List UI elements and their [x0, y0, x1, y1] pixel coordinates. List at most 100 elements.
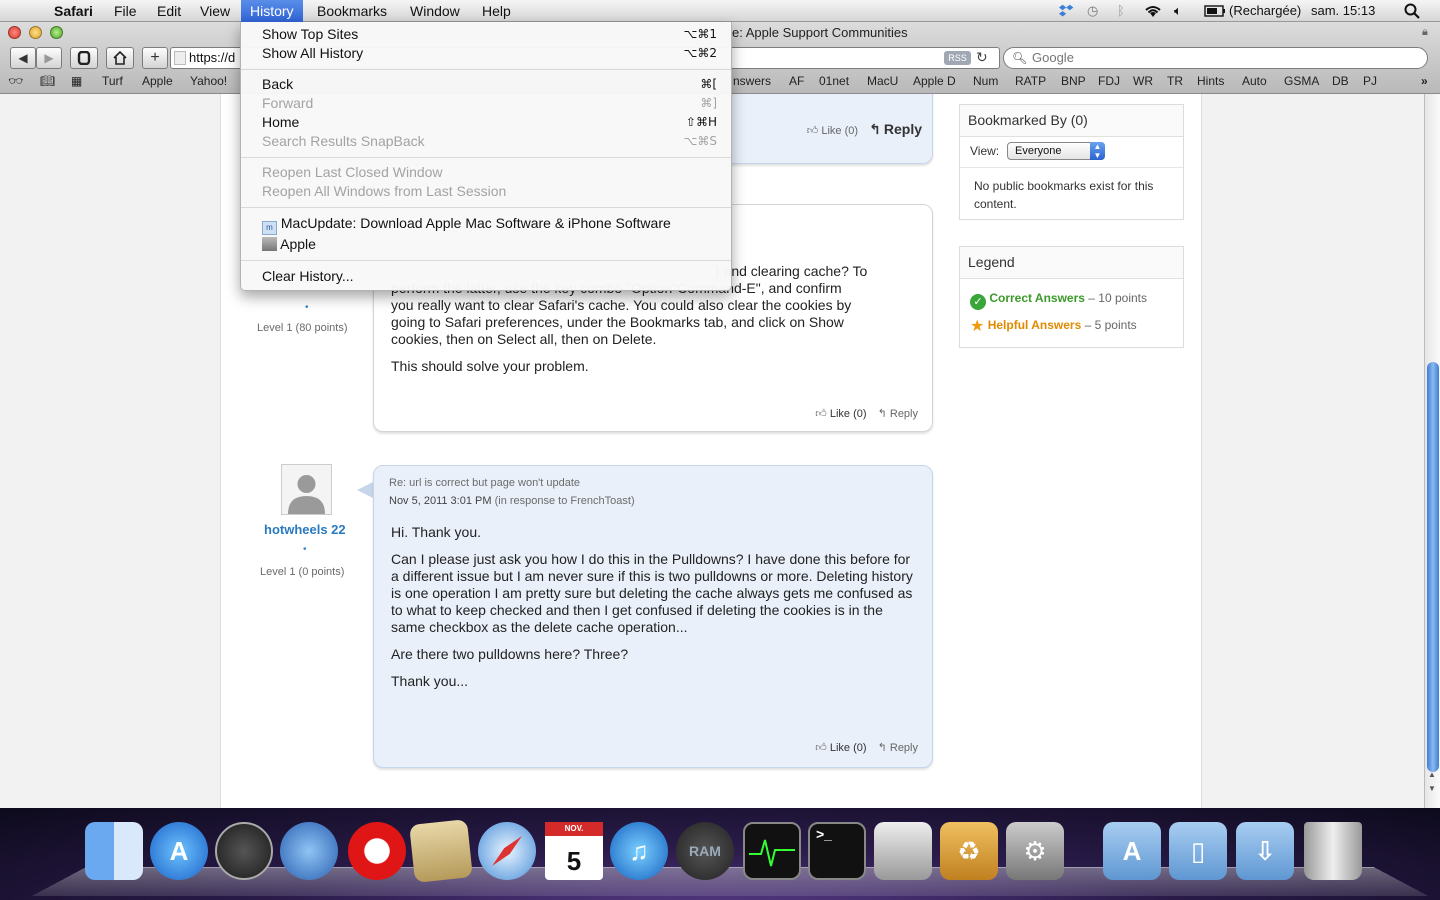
- bookmark-auto[interactable]: Auto: [1242, 72, 1267, 90]
- minimize-window-icon[interactable]: [29, 26, 42, 39]
- scrollbar-thumb[interactable]: [1427, 362, 1439, 772]
- bookmarks-book-icon[interactable]: 📖︎: [40, 72, 55, 90]
- dropbox-icon[interactable]: [1059, 0, 1075, 22]
- like-button[interactable]: Like (0): [830, 742, 867, 754]
- vertical-scrollbar[interactable]: ▲ ▼: [1424, 94, 1440, 808]
- bubble-pointer: [357, 482, 373, 498]
- bluetooth-icon[interactable]: ᛒ: [1117, 0, 1125, 22]
- menu-item-snapback[interactable]: Search Results SnapBack ⌥⌘S: [262, 132, 717, 151]
- avatar[interactable]: [281, 464, 332, 515]
- menu-item-reopen-all-windows[interactable]: Reopen All Windows from Last Session: [262, 182, 717, 201]
- finder-icon[interactable]: [85, 822, 143, 880]
- menu-view[interactable]: View: [200, 0, 230, 22]
- battery-icon[interactable]: [1204, 0, 1226, 22]
- ram-icon[interactable]: RAM: [676, 822, 734, 880]
- downloads-folder-icon[interactable]: ⇩: [1236, 822, 1294, 880]
- menu-edit[interactable]: Edit: [157, 0, 181, 22]
- bookmark-01net[interactable]: 01net: [819, 72, 849, 90]
- menu-item-recent-macupdate[interactable]: m MacUpdate: Download Apple Mac Software…: [262, 214, 717, 235]
- menu-item-show-all-history[interactable]: Show All History ⌥⌘2: [262, 44, 717, 63]
- username-link[interactable]: hotwheels 22: [264, 522, 346, 537]
- bookmark-num[interactable]: Num: [973, 72, 998, 90]
- documents-folder-icon[interactable]: ▯: [1169, 822, 1227, 880]
- reply-button[interactable]: Reply: [890, 408, 918, 420]
- zoom-window-icon[interactable]: [50, 26, 63, 39]
- mail-icon[interactable]: [409, 819, 473, 883]
- like-button[interactable]: Like (0): [821, 125, 858, 137]
- menu-window[interactable]: Window: [410, 0, 460, 22]
- time-machine-icon[interactable]: ◷: [1087, 0, 1098, 22]
- menu-item-show-top-sites[interactable]: Show Top Sites ⌥⌘1: [262, 25, 717, 44]
- menu-item-reopen-last-window[interactable]: Reopen Last Closed Window: [262, 163, 717, 182]
- system-preferences-icon[interactable]: ⚙: [1006, 822, 1064, 880]
- bookmark-af[interactable]: AF: [789, 72, 804, 90]
- bookmark-bnp[interactable]: BNP: [1061, 72, 1086, 90]
- bookmark-fdj[interactable]: FDJ: [1098, 72, 1120, 90]
- bookmark-macu[interactable]: MacU: [867, 72, 898, 90]
- post-bubble-bottom: Re: url is correct but page won't update…: [373, 465, 933, 768]
- safari-icon[interactable]: [478, 822, 536, 880]
- menu-item-clear-history[interactable]: Clear History...: [262, 267, 717, 286]
- bookmark-gsma[interactable]: GSMA: [1284, 72, 1319, 90]
- trash-icon[interactable]: [1304, 822, 1362, 880]
- menu-help[interactable]: Help: [482, 0, 511, 22]
- bookmark-answers[interactable]: nswers: [733, 72, 771, 90]
- bookmark-tr[interactable]: TR: [1167, 72, 1183, 90]
- back-button[interactable]: ◀: [10, 47, 36, 69]
- bookmark-hints[interactable]: Hints: [1197, 72, 1224, 90]
- disk-utility-icon[interactable]: [874, 822, 932, 880]
- thunderbird-icon[interactable]: [280, 822, 338, 880]
- scroll-up-icon[interactable]: ▲: [1428, 770, 1436, 779]
- add-bookmark-button[interactable]: +: [142, 47, 168, 69]
- itunes-icon[interactable]: ♫: [610, 822, 668, 880]
- in-response-link[interactable]: (in response to FrenchToast): [495, 495, 635, 507]
- close-window-icon[interactable]: [8, 26, 21, 39]
- menu-item-recent-apple[interactable]: Apple: [262, 235, 717, 254]
- bookmark-yahoo[interactable]: Yahoo!: [190, 72, 227, 90]
- app-store-icon[interactable]: A: [150, 822, 208, 880]
- clock[interactable]: sam. 15:13: [1311, 0, 1375, 22]
- reply-button[interactable]: Reply: [890, 742, 918, 754]
- top-sites-grid-icon[interactable]: ▦: [71, 72, 82, 90]
- bookmark-apple-d[interactable]: Apple D: [913, 72, 956, 90]
- bookmark-apple[interactable]: Apple: [142, 72, 173, 90]
- menu-item-label: Home: [262, 114, 300, 130]
- recycle-utility-icon[interactable]: ♻: [940, 822, 998, 880]
- top-sites-button[interactable]: [70, 47, 98, 69]
- dashboard-icon[interactable]: [215, 822, 273, 880]
- applications-folder-icon[interactable]: A: [1103, 822, 1161, 880]
- calendar-day: 5: [566, 846, 582, 876]
- bookmark-pj[interactable]: PJ: [1363, 72, 1377, 90]
- like-button[interactable]: Like (0): [830, 408, 867, 420]
- home-button[interactable]: [106, 47, 134, 69]
- bookmark-db[interactable]: DB: [1332, 72, 1349, 90]
- reload-icon[interactable]: ↻: [976, 49, 988, 66]
- reply-button[interactable]: Reply: [884, 121, 922, 137]
- forward-button[interactable]: ▶: [36, 47, 62, 69]
- menu-separator: [241, 260, 731, 261]
- wifi-icon[interactable]: [1143, 0, 1163, 22]
- menu-bookmarks[interactable]: Bookmarks: [317, 0, 387, 22]
- menu-item-forward[interactable]: Forward ⌘]: [262, 94, 717, 113]
- rss-button[interactable]: RSS: [944, 51, 971, 65]
- bookmark-ratp[interactable]: RATP: [1015, 72, 1046, 90]
- volume-icon[interactable]: 🔈︎: [1174, 0, 1182, 22]
- view-select[interactable]: Everyone ▲ ▼: [1007, 142, 1105, 160]
- menu-item-home[interactable]: Home ⇧⌘H: [262, 113, 717, 132]
- scroll-down-icon[interactable]: ▼: [1428, 784, 1436, 793]
- terminal-icon[interactable]: >_: [808, 822, 866, 880]
- reading-list-icon[interactable]: 👓︎: [8, 72, 23, 90]
- opera-icon[interactable]: [348, 822, 406, 880]
- activity-monitor-icon[interactable]: [743, 822, 801, 880]
- bookmark-wr[interactable]: WR: [1133, 72, 1153, 90]
- menu-item-back[interactable]: Back ⌘[: [262, 75, 717, 94]
- more-bookmarks-icon[interactable]: »: [1421, 72, 1428, 90]
- menu-item-label: Show All History: [262, 45, 364, 61]
- bookmark-turf[interactable]: Turf: [102, 72, 123, 90]
- menu-app-safari[interactable]: Safari: [54, 0, 93, 22]
- menu-history[interactable]: History: [241, 0, 303, 22]
- ical-icon[interactable]: NOV. 5: [545, 822, 603, 880]
- spotlight-icon[interactable]: [1404, 0, 1420, 22]
- search-field[interactable]: 🔍︎ Google: [1003, 47, 1428, 69]
- menu-file[interactable]: File: [114, 0, 137, 22]
